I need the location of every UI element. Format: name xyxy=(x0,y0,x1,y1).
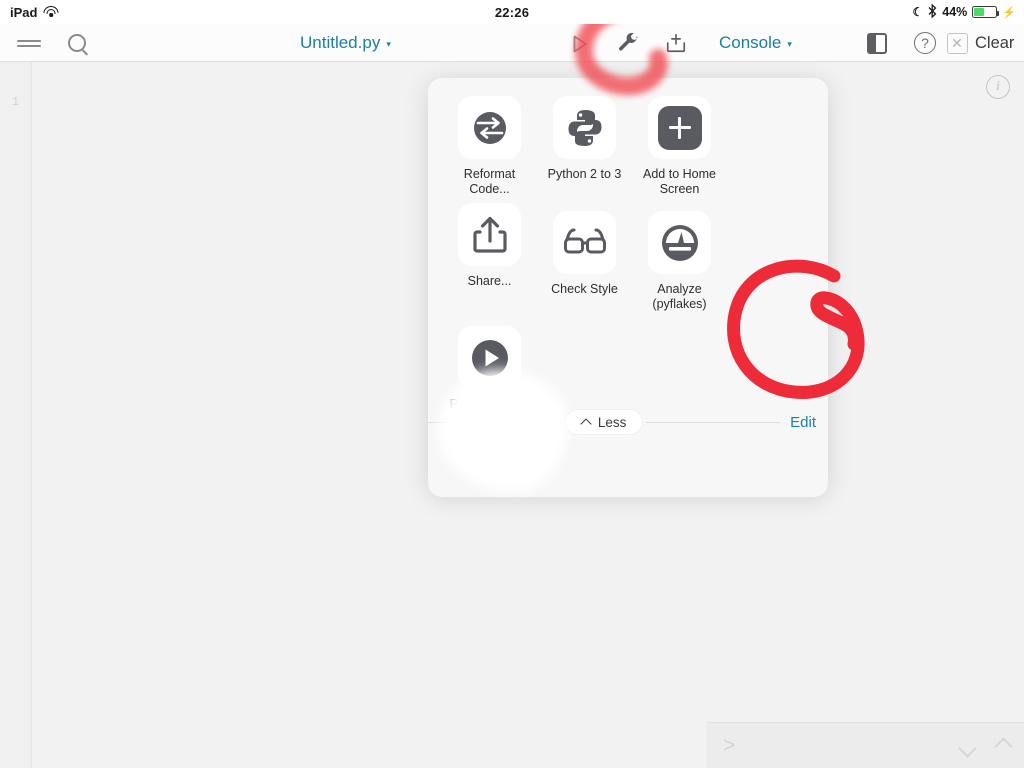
share-upload-icon xyxy=(471,214,509,256)
python-logo-icon xyxy=(566,108,604,148)
action-grid: Reformat Code... Python 2 to 3 Add to Ho… xyxy=(428,78,828,418)
moon-icon: ☾ xyxy=(912,5,924,19)
action-check-style[interactable]: Check Style xyxy=(537,211,632,312)
action-tile xyxy=(458,203,521,266)
edit-link[interactable]: Edit xyxy=(790,414,816,431)
gauge-icon xyxy=(659,222,701,264)
action-python-2-to-3[interactable]: Python 2 to 3 xyxy=(537,96,632,197)
action-share[interactable]: Share... xyxy=(442,203,537,312)
white-scribble-redaction xyxy=(438,370,568,492)
status-bar-clock: 22:26 xyxy=(494,4,530,20)
action-tile xyxy=(553,211,616,274)
console-dropdown[interactable]: Console ▾ xyxy=(719,24,792,62)
action-label: Python 2 to 3 xyxy=(547,167,622,181)
side-panel-icon[interactable] xyxy=(862,24,892,62)
action-add-to-home-screen[interactable]: Add to Home Screen xyxy=(632,96,727,197)
hamburger-menu-icon[interactable] xyxy=(14,24,44,62)
action-tile xyxy=(648,211,711,274)
close-x-icon[interactable]: ✕ xyxy=(944,24,970,62)
search-icon[interactable] xyxy=(60,24,94,62)
reformat-code-icon xyxy=(470,108,510,148)
action-analyze-pyflakes[interactable]: Analyze (pyflakes) xyxy=(632,211,727,312)
less-label: Less xyxy=(597,414,627,430)
tools-action-popup: Reformat Code... Python 2 to 3 Add to Ho… xyxy=(428,78,828,497)
chevron-up-icon xyxy=(582,417,592,427)
action-label: Share... xyxy=(467,274,512,288)
action-label: Add to Home Screen xyxy=(643,167,716,196)
divider xyxy=(646,421,781,423)
add-tab-icon[interactable] xyxy=(661,24,691,62)
filename-label: Untitled.py xyxy=(300,33,381,52)
play-triangle-icon[interactable] xyxy=(565,24,595,62)
action-label: Analyze (pyflakes) xyxy=(652,282,707,311)
bluetooth-icon xyxy=(928,3,937,21)
question-mark-icon[interactable]: ? xyxy=(910,24,940,62)
chevron-down-icon: ▾ xyxy=(787,38,792,49)
lightning-bolt-icon: ⚡ xyxy=(1002,6,1016,19)
battery-percent-label: 44% xyxy=(942,5,968,19)
console-label: Console xyxy=(719,33,782,52)
action-label: Check Style xyxy=(551,282,618,296)
chevron-down-icon: ▾ xyxy=(386,38,391,49)
status-bar-right: ☾ 44% ⚡ xyxy=(912,3,1016,21)
clear-button[interactable]: Clear xyxy=(975,24,1014,62)
action-reformat-code[interactable]: Reformat Code... xyxy=(442,96,537,197)
main-toolbar: Untitled.py ▾ Console ▾ ? ✕ Clear xyxy=(0,24,1024,62)
plus-square-icon xyxy=(657,105,702,150)
action-tile xyxy=(458,96,521,159)
battery-icon xyxy=(972,6,1000,18)
wrench-icon[interactable] xyxy=(613,24,643,62)
glasses-icon xyxy=(563,227,607,259)
status-bar: iPad 22:26 ☾ 44% ⚡ xyxy=(0,0,1024,24)
filename-dropdown[interactable]: Untitled.py ▾ xyxy=(300,24,391,62)
less-button[interactable]: Less xyxy=(565,410,643,434)
action-tile xyxy=(648,96,711,159)
action-label: Reformat Code... xyxy=(463,167,516,196)
action-tile xyxy=(553,96,616,159)
